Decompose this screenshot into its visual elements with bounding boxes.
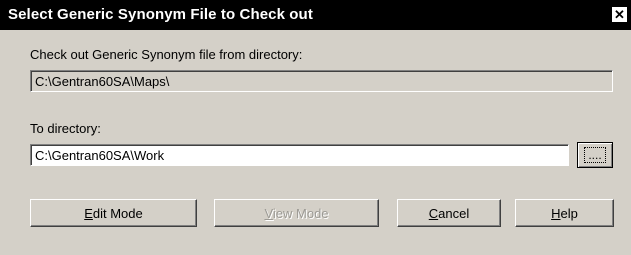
dialog-title: Select Generic Synonym File to Check out <box>8 6 313 23</box>
cancel-mnemonic: C <box>428 205 439 221</box>
check-out-dialog: Select Generic Synonym File to Check out… <box>0 0 631 255</box>
close-icon[interactable]: ✕ <box>611 6 628 23</box>
view-mode-label: View Mode <box>264 206 328 221</box>
cancel-label-rest: ancel <box>438 205 470 221</box>
edit-mode-label-rest: dit Mode <box>92 205 143 221</box>
to-directory-label: To directory: <box>30 121 101 136</box>
view-mode-mnemonic: V <box>264 205 273 221</box>
help-button[interactable]: Help <box>515 199 614 227</box>
cancel-button[interactable]: Cancel <box>397 199 501 227</box>
from-directory-value: C:\Gentran60SA\Maps\ <box>35 74 170 89</box>
edit-mode-button[interactable]: Edit Mode <box>30 199 197 227</box>
help-label-rest: elp <box>560 205 578 221</box>
close-glyph: ✕ <box>614 7 625 22</box>
help-label: Help <box>551 206 578 221</box>
edit-mode-mnemonic: E <box>84 205 93 221</box>
view-mode-label-rest: iew Mode <box>272 205 329 221</box>
view-mode-button[interactable]: View Mode <box>214 199 379 227</box>
edit-mode-label: Edit Mode <box>84 206 143 221</box>
from-directory-label: Check out Generic Synonym file from dire… <box>30 47 303 62</box>
to-directory-value: C:\Gentran60SA\Work <box>35 148 165 163</box>
from-directory-field: C:\Gentran60SA\Maps\ <box>30 70 613 92</box>
to-directory-input[interactable]: C:\Gentran60SA\Work <box>30 144 569 166</box>
help-mnemonic: H <box>551 205 561 221</box>
browse-label: .... <box>584 147 606 163</box>
cancel-label: Cancel <box>429 206 469 221</box>
title-bar[interactable]: Select Generic Synonym File to Check out… <box>0 0 631 30</box>
browse-button[interactable]: .... <box>577 142 613 168</box>
